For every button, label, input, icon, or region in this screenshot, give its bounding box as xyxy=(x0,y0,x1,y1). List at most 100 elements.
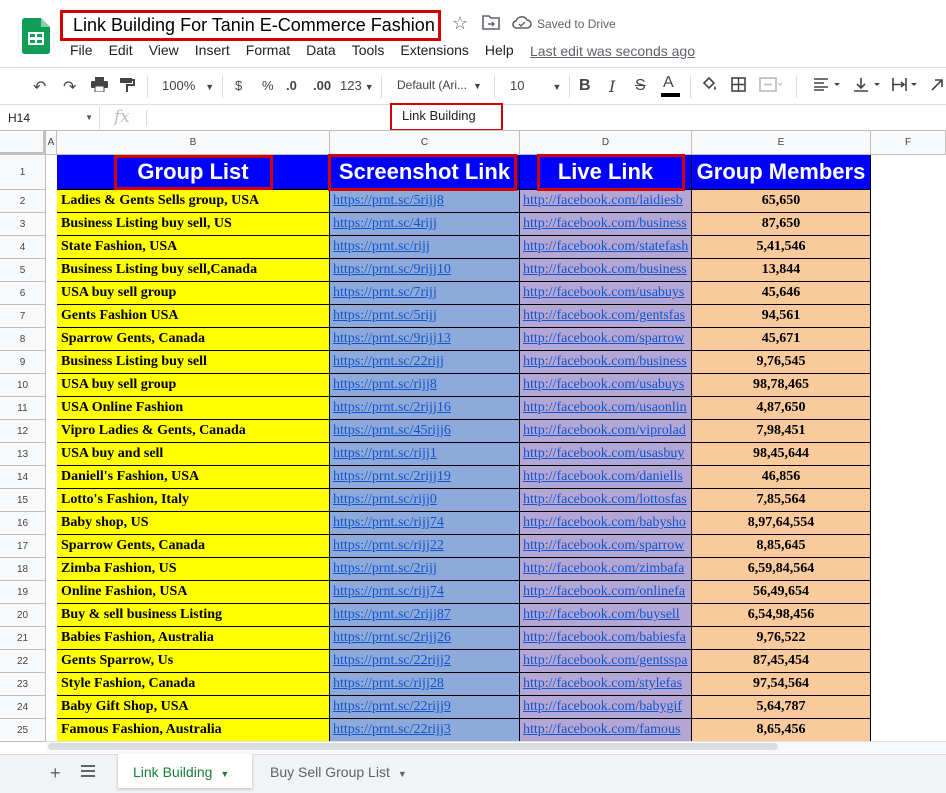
live-link-cell-text[interactable]: http://facebook.com/daniells xyxy=(523,469,683,484)
screenshot-link-cell-text[interactable]: https://prnt.sc/45rijj6 xyxy=(333,423,451,438)
screenshot-link-cell-text[interactable]: https://prnt.sc/22rijj xyxy=(333,354,444,369)
formula-input[interactable]: Link Building xyxy=(390,103,503,131)
screenshot-link-cell[interactable]: https://prnt.sc/rijj74 xyxy=(330,512,520,535)
row-header[interactable]: 12 xyxy=(0,420,46,443)
group-name-cell[interactable]: Gents Fashion USA xyxy=(57,305,330,328)
vertical-align-icon[interactable] xyxy=(853,77,881,97)
document-title[interactable]: Link Building For Tanin E-Commerce Fashi… xyxy=(60,10,441,41)
group-members-cell[interactable]: 98,78,465 xyxy=(692,374,871,397)
group-name-cell[interactable]: Baby Gift Shop, USA xyxy=(57,696,330,719)
menu-extensions[interactable]: Extensions xyxy=(400,42,468,60)
screenshot-link-cell[interactable]: https://prnt.sc/rijj74 xyxy=(330,581,520,604)
text-rotation-icon[interactable] xyxy=(930,77,946,97)
menu-view[interactable]: View xyxy=(149,42,179,60)
live-link-cell-text[interactable]: http://facebook.com/laidiesb xyxy=(523,193,683,208)
menu-edit[interactable]: Edit xyxy=(109,42,133,60)
live-link-cell-text[interactable]: http://facebook.com/business xyxy=(523,262,687,277)
text-color-button[interactable]: A xyxy=(661,74,680,97)
screenshot-link-cell[interactable]: https://prnt.sc/rijj0 xyxy=(330,489,520,512)
screenshot-link-cell[interactable]: https://prnt.sc/rijj8 xyxy=(330,374,520,397)
live-link-cell[interactable]: http://facebook.com/babysho xyxy=(520,512,692,535)
screenshot-link-cell-text[interactable]: https://prnt.sc/22rijj2 xyxy=(333,653,451,668)
group-name-cell[interactable]: Online Fashion, USA xyxy=(57,581,330,604)
name-box[interactable]: H14 ▼ xyxy=(0,107,100,130)
group-name-cell[interactable]: Business Listing buy sell, US xyxy=(57,213,330,236)
sheet-tab-buy-sell-group-list[interactable]: Buy Sell Group List ▼ xyxy=(256,754,432,788)
row-header[interactable]: 18 xyxy=(0,558,46,581)
screenshot-link-cell[interactable]: https://prnt.sc/2rijj87 xyxy=(330,604,520,627)
live-link-cell-text[interactable]: http://facebook.com/zimbafa xyxy=(523,561,684,576)
chevron-down-icon[interactable]: ▼ xyxy=(220,769,229,779)
text-wrap-icon[interactable] xyxy=(891,77,919,97)
live-link-cell[interactable]: http://facebook.com/usabuys xyxy=(520,374,692,397)
live-link-cell[interactable]: http://facebook.com/babygif xyxy=(520,696,692,719)
group-name-cell[interactable]: USA Online Fashion xyxy=(57,397,330,420)
header-cell-screenshot-link[interactable]: Screenshot Link xyxy=(328,154,520,191)
screenshot-link-cell[interactable]: https://prnt.sc/22rijj9 xyxy=(330,696,520,719)
align-left-icon[interactable] xyxy=(813,77,841,96)
menu-tools[interactable]: Tools xyxy=(352,42,385,60)
live-link-cell[interactable]: http://facebook.com/gentsspa xyxy=(520,650,692,673)
group-members-cell[interactable]: 8,97,64,554 xyxy=(692,512,871,535)
menu-data[interactable]: Data xyxy=(306,42,336,60)
screenshot-link-cell-text[interactable]: https://prnt.sc/rijj8 xyxy=(333,377,437,392)
live-link-cell[interactable]: http://facebook.com/laidiesb xyxy=(520,190,692,213)
screenshot-link-cell[interactable]: https://prnt.sc/4rijj xyxy=(330,213,520,236)
screenshot-link-cell-text[interactable]: https://prnt.sc/rijj0 xyxy=(333,492,437,507)
all-sheets-icon[interactable] xyxy=(80,764,96,778)
group-members-cell[interactable]: 9,76,522 xyxy=(692,627,871,650)
header-cell-live-link[interactable]: Live Link xyxy=(520,154,692,191)
row-header[interactable]: 8 xyxy=(0,328,46,351)
group-members-cell[interactable]: 13,844 xyxy=(692,259,871,282)
live-link-cell-text[interactable]: http://facebook.com/usabuys xyxy=(523,377,684,392)
screenshot-link-cell[interactable]: https://prnt.sc/rijj1 xyxy=(330,443,520,466)
group-members-cell[interactable]: 56,49,654 xyxy=(692,581,871,604)
row-header[interactable]: 13 xyxy=(0,443,46,466)
group-name-cell[interactable]: Buy & sell business Listing xyxy=(57,604,330,627)
live-link-cell[interactable]: http://facebook.com/buysell xyxy=(520,604,692,627)
percent-button[interactable]: % xyxy=(262,78,274,93)
scrollbar-thumb[interactable] xyxy=(48,743,778,750)
live-link-cell-text[interactable]: http://facebook.com/stylefas xyxy=(523,676,682,691)
live-link-cell-text[interactable]: http://facebook.com/lottosfas xyxy=(523,492,687,507)
column-header-b[interactable]: B xyxy=(57,131,330,155)
screenshot-link-cell-text[interactable]: https://prnt.sc/rijj xyxy=(333,239,430,254)
italic-button[interactable]: I xyxy=(609,77,615,96)
screenshot-link-cell[interactable]: https://prnt.sc/rijj28 xyxy=(330,673,520,696)
row-header[interactable]: 2 xyxy=(0,190,46,213)
row-header[interactable]: 11 xyxy=(0,397,46,420)
live-link-cell[interactable]: http://facebook.com/lottosfas xyxy=(520,489,692,512)
redo-icon[interactable]: ↷ xyxy=(63,77,76,97)
select-all-corner[interactable] xyxy=(0,131,46,155)
group-name-cell[interactable]: Ladies & Gents Sells group, USA xyxy=(57,190,330,213)
row-header[interactable]: 1 xyxy=(0,155,46,190)
group-members-cell[interactable]: 94,561 xyxy=(692,305,871,328)
header-cell-group-list[interactable]: Group List xyxy=(57,155,330,190)
group-name-cell[interactable]: Baby shop, US xyxy=(57,512,330,535)
screenshot-link-cell[interactable]: https://prnt.sc/9rijj13 xyxy=(330,328,520,351)
screenshot-link-cell-text[interactable]: https://prnt.sc/rijj74 xyxy=(333,515,444,530)
screenshot-link-cell-text[interactable]: https://prnt.sc/9rijj13 xyxy=(333,331,451,346)
live-link-cell-text[interactable]: http://facebook.com/usabuys xyxy=(523,285,684,300)
font-size-select[interactable]: 10 ▼ xyxy=(510,78,561,93)
group-name-cell[interactable]: USA buy sell group xyxy=(57,374,330,397)
live-link-cell-text[interactable]: http://facebook.com/business xyxy=(523,216,687,231)
screenshot-link-cell[interactable]: https://prnt.sc/2rijj19 xyxy=(330,466,520,489)
strikethrough-button[interactable]: S xyxy=(635,77,646,95)
screenshot-link-cell[interactable]: https://prnt.sc/22rijj2 xyxy=(330,650,520,673)
row-header[interactable]: 24 xyxy=(0,696,46,719)
live-link-cell-text[interactable]: http://facebook.com/gentsspa xyxy=(523,653,687,668)
row-header[interactable]: 6 xyxy=(0,282,46,305)
column-header-d[interactable]: D xyxy=(520,131,692,155)
live-link-cell[interactable]: http://facebook.com/usasbuy xyxy=(520,443,692,466)
screenshot-link-cell-text[interactable]: https://prnt.sc/22rijj9 xyxy=(333,699,451,714)
row-header[interactable]: 23 xyxy=(0,673,46,696)
row-header[interactable]: 19 xyxy=(0,581,46,604)
group-members-cell[interactable]: 6,54,98,456 xyxy=(692,604,871,627)
add-sheet-icon[interactable]: + xyxy=(50,763,61,784)
live-link-cell[interactable]: http://facebook.com/stylefas xyxy=(520,673,692,696)
screenshot-link-cell[interactable]: https://prnt.sc/22rijj3 xyxy=(330,719,520,742)
borders-icon[interactable] xyxy=(731,77,746,97)
bold-button[interactable]: B xyxy=(579,77,591,95)
fill-color-icon[interactable] xyxy=(701,76,718,98)
